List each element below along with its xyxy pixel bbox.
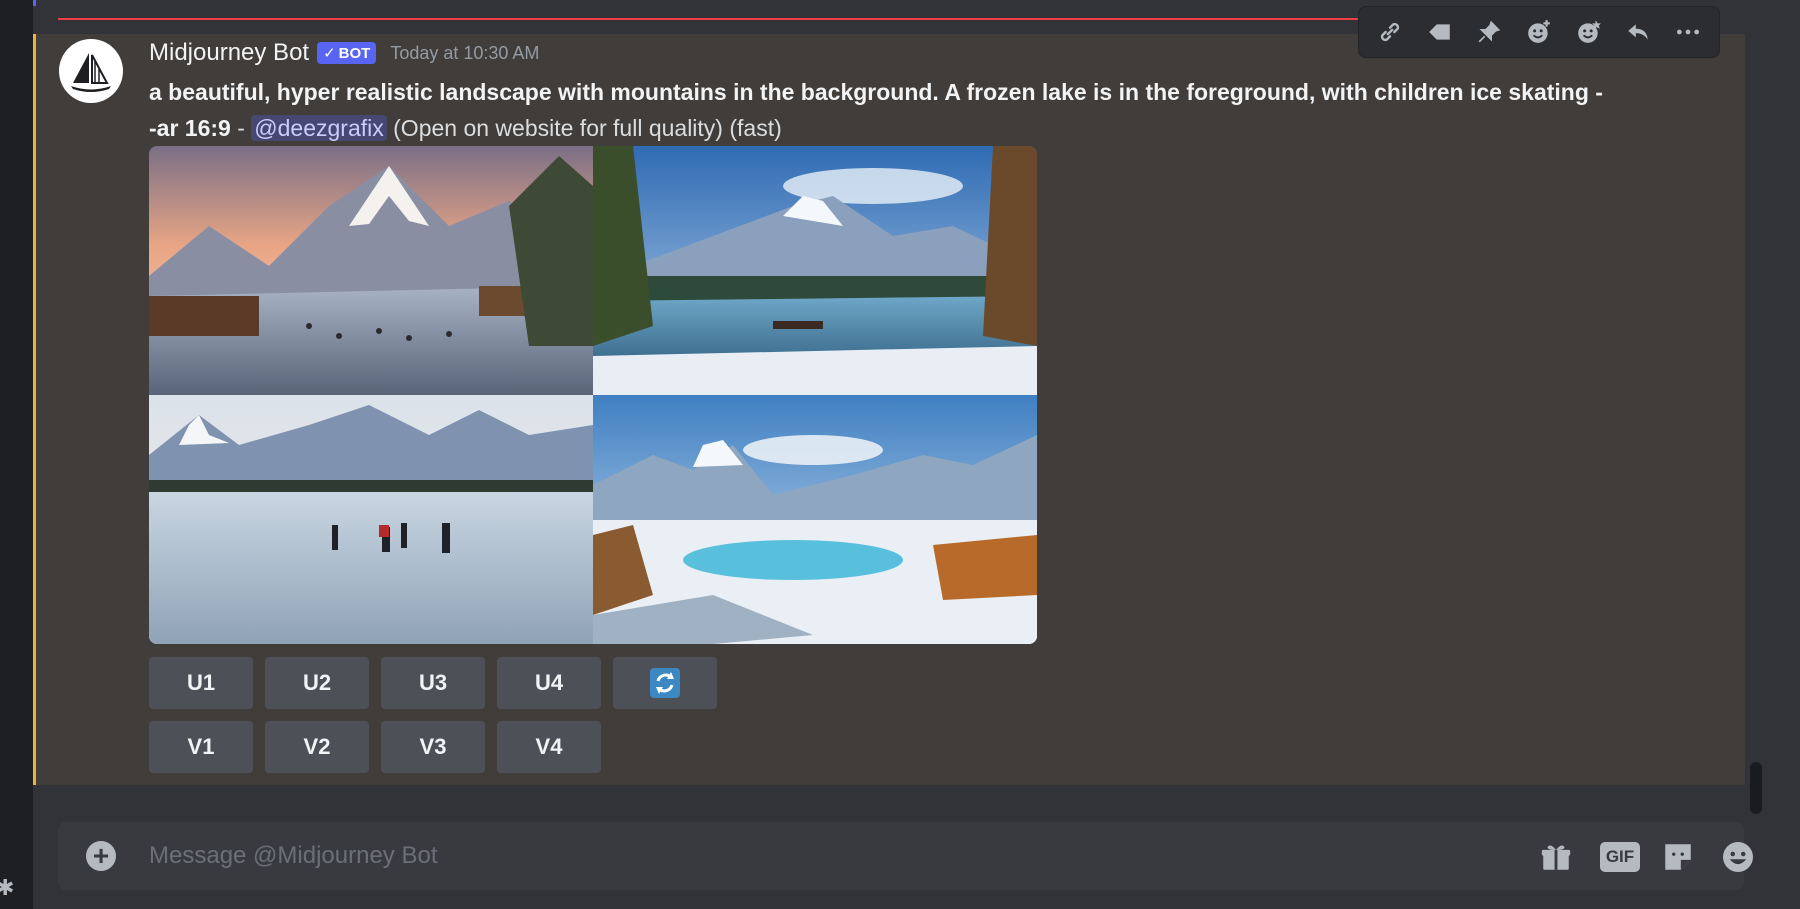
variation-button-v4[interactable]: V4	[497, 721, 601, 773]
emoji-icon[interactable]	[1720, 839, 1756, 875]
image-2[interactable]	[593, 146, 1037, 395]
super-reaction-icon[interactable]	[1571, 14, 1607, 50]
image-3[interactable]	[149, 395, 593, 644]
unread-marker	[33, 0, 36, 6]
upscale-button-u3[interactable]: U3	[381, 657, 485, 709]
variation-button-v2[interactable]: V2	[265, 721, 369, 773]
message-suffix: (Open on website for full quality) (fast…	[386, 115, 782, 141]
author-name[interactable]: Midjourney Bot	[149, 39, 309, 67]
prompt-text-line2: -ar 16:9	[149, 115, 231, 141]
reply-icon[interactable]	[1620, 14, 1656, 50]
message-composer[interactable]: + Message @Midjourney Bot GIF	[58, 822, 1753, 890]
variation-button-v1[interactable]: V1	[149, 721, 253, 773]
add-reaction-icon[interactable]	[1521, 14, 1557, 50]
gif-button[interactable]: GIF	[1600, 842, 1640, 872]
upscale-button-u1[interactable]: U1	[149, 657, 253, 709]
new-messages-divider	[58, 18, 1358, 20]
image-grid[interactable]	[149, 146, 1037, 644]
pin-icon[interactable]	[1471, 14, 1507, 50]
prompt-text-line1: a beautiful, hyper realistic landscape w…	[149, 79, 1603, 105]
avatar[interactable]	[59, 39, 123, 103]
tag-icon[interactable]	[1422, 14, 1458, 50]
image-1[interactable]	[149, 146, 593, 395]
bot-message: Midjourney Bot ✓ BOT Today at 10:30 AM a…	[33, 34, 1745, 785]
message-header: Midjourney Bot ✓ BOT Today at 10:30 AM	[149, 38, 539, 68]
variation-button-row: V1 V2 V3 V4	[149, 721, 601, 773]
message-input[interactable]: Message @Midjourney Bot	[149, 842, 438, 870]
gift-icon[interactable]	[1538, 839, 1574, 875]
variation-button-v3[interactable]: V3	[381, 721, 485, 773]
message-timestamp[interactable]: Today at 10:30 AM	[390, 43, 539, 64]
bot-tag-label: BOT	[338, 44, 371, 62]
midjourney-sailboat-logo	[71, 53, 111, 92]
upscale-button-row: U1 U2 U3 U4	[149, 657, 717, 709]
user-mention[interactable]: @deezgrafix	[251, 115, 387, 141]
message-content: a beautiful, hyper realistic landscape w…	[149, 74, 1709, 146]
server-sidebar: ✱	[0, 0, 33, 909]
settings-gear-icon[interactable]: ✱	[0, 875, 14, 901]
mention-highlight-bar	[33, 34, 36, 785]
bot-badge: ✓ BOT	[317, 42, 377, 64]
reroll-button[interactable]	[613, 657, 717, 709]
prompt-separator: -	[230, 115, 252, 141]
upscale-button-u2[interactable]: U2	[265, 657, 369, 709]
message-action-toolbar	[1358, 6, 1720, 58]
sticker-icon[interactable]	[1660, 839, 1696, 875]
image-4[interactable]	[593, 395, 1037, 644]
more-icon[interactable]	[1670, 14, 1706, 50]
scrollbar-thumb[interactable]	[1750, 762, 1762, 814]
refresh-icon	[650, 668, 680, 698]
verified-check-icon: ✓	[323, 45, 336, 62]
add-attachment-button[interactable]: +	[86, 841, 116, 871]
upscale-button-u4[interactable]: U4	[497, 657, 601, 709]
link-icon[interactable]	[1372, 14, 1408, 50]
